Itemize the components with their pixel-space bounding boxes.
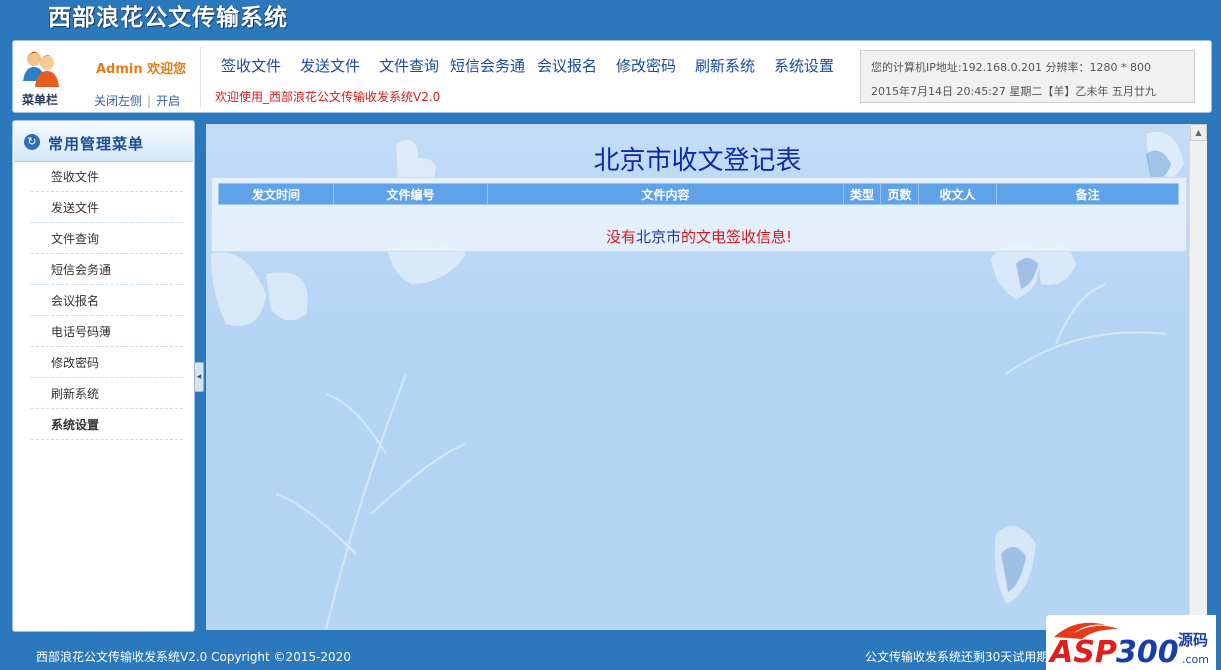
- column-header-remarks: 备注: [996, 183, 1179, 205]
- nav-system-settings[interactable]: 系统设置: [774, 55, 834, 76]
- nav-send-files[interactable]: 发送文件: [300, 55, 360, 76]
- svg-text:300: 300: [1116, 635, 1179, 670]
- nav-sign-files[interactable]: 签收文件: [221, 55, 281, 76]
- content-scrollbar[interactable]: ▲: [1189, 124, 1207, 630]
- column-header-recipient: 收文人: [918, 183, 997, 205]
- footer-trial-notice: 公文传输收发系统还剩30天试用期: [865, 650, 1049, 664]
- ip-resolution-info: 您的计算机IP地址:192.168.0.201 分辨率：1280 * 800: [871, 61, 1152, 74]
- sidebar-item-meeting-signup[interactable]: 会议报名: [31, 286, 183, 316]
- column-header-pages: 页数: [880, 183, 919, 205]
- menu-bar-label: 菜单栏: [22, 93, 59, 107]
- sidebar-item-change-password[interactable]: 修改密码: [31, 348, 183, 378]
- refresh-arrow-icon: ↻: [24, 134, 40, 150]
- nav-file-query[interactable]: 文件查询: [379, 55, 439, 76]
- column-header-type: 类型: [843, 183, 881, 205]
- close-left-link[interactable]: 关闭左侧: [94, 94, 142, 108]
- empty-records-message: 没有北京市的文电签收信息!: [212, 226, 1186, 247]
- column-header-file-number: 文件编号: [333, 183, 488, 205]
- svg-text:.com: .com: [1182, 653, 1209, 666]
- column-header-file-content: 文件内容: [487, 183, 844, 205]
- sidebar-header: ↻ 常用管理菜单: [14, 122, 193, 162]
- page-title: 北京市收文登记表: [593, 146, 802, 176]
- sidebar-item-file-query[interactable]: 文件查询: [31, 224, 183, 254]
- toggle-separator: |: [147, 94, 152, 108]
- svg-text:ASP: ASP: [1048, 635, 1117, 670]
- header-divider: [200, 47, 201, 107]
- open-left-link[interactable]: 开启: [156, 94, 180, 108]
- sidebar-item-refresh-system[interactable]: 刷新系统: [31, 379, 183, 409]
- column-header-issue-time: 发文时间: [218, 183, 334, 205]
- empty-message-city: 北京市: [635, 228, 681, 246]
- sidebar-item-phone-book[interactable]: 电话号码薄: [31, 317, 183, 347]
- sidebar-title: 常用管理菜单: [48, 135, 145, 153]
- nav-sms-meeting[interactable]: 短信会务通: [450, 55, 525, 76]
- footer-copyright: 西部浪花公文传输收发系统V2.0 Copyright ©2015-2020: [36, 650, 351, 664]
- sidebar-item-sign-files[interactable]: 签收文件: [31, 162, 183, 192]
- user-avatar-icon: [23, 51, 59, 87]
- main-content: 北京市收文登记表 发文时间 文件编号 文件内容 类型 页数 收文人 备注 没有北…: [206, 124, 1189, 630]
- welcome-line: 欢迎使用_西部浪花公文传输收发系统V2.0: [215, 90, 441, 104]
- records-table: 发文时间 文件编号 文件内容 类型 页数 收文人 备注 没有北京市的文电签收信息…: [211, 177, 1187, 252]
- sidebar-item-send-files[interactable]: 发送文件: [31, 193, 183, 223]
- sidebar-item-sms-meeting[interactable]: 短信会务通: [31, 255, 183, 285]
- nav-change-password[interactable]: 修改密码: [616, 55, 676, 76]
- header-bar: 菜单栏 Admin 欢迎您 关闭左侧 | 开启 签收文件 发送文件 文件查询 短信会…: [12, 40, 1212, 113]
- nav-refresh-system[interactable]: 刷新系统: [695, 55, 755, 76]
- admin-welcome: Admin 欢迎您: [96, 62, 187, 77]
- sidebar-collapse-handle[interactable]: ◂: [194, 362, 204, 392]
- asp300-logo-watermark: ASP 300 源码 .com: [1046, 615, 1216, 670]
- sidebar-toggle: 关闭左侧 | 开启: [94, 92, 180, 109]
- sidebar: ↻ 常用管理菜单 签收文件 发送文件 文件查询 短信会务通 会议报名 电话号码薄…: [12, 120, 195, 632]
- empty-message-suffix: 的文电签收信息!: [681, 228, 793, 246]
- scroll-up-arrow-icon[interactable]: ▲: [1190, 124, 1207, 141]
- empty-message-prefix: 没有: [605, 228, 636, 246]
- app-title: 西部浪花公文传输系统: [48, 4, 288, 31]
- sidebar-item-system-settings[interactable]: 系统设置: [31, 410, 183, 440]
- datetime-info: 2015年7月14日 20:45:27 星期二【羊】乙未年 五月廿九: [871, 85, 1156, 98]
- system-info-panel: 您的计算机IP地址:192.168.0.201 分辨率：1280 * 800 2…: [860, 50, 1195, 103]
- nav-meeting-signup[interactable]: 会议报名: [537, 55, 597, 76]
- svg-text:源码: 源码: [1178, 631, 1208, 649]
